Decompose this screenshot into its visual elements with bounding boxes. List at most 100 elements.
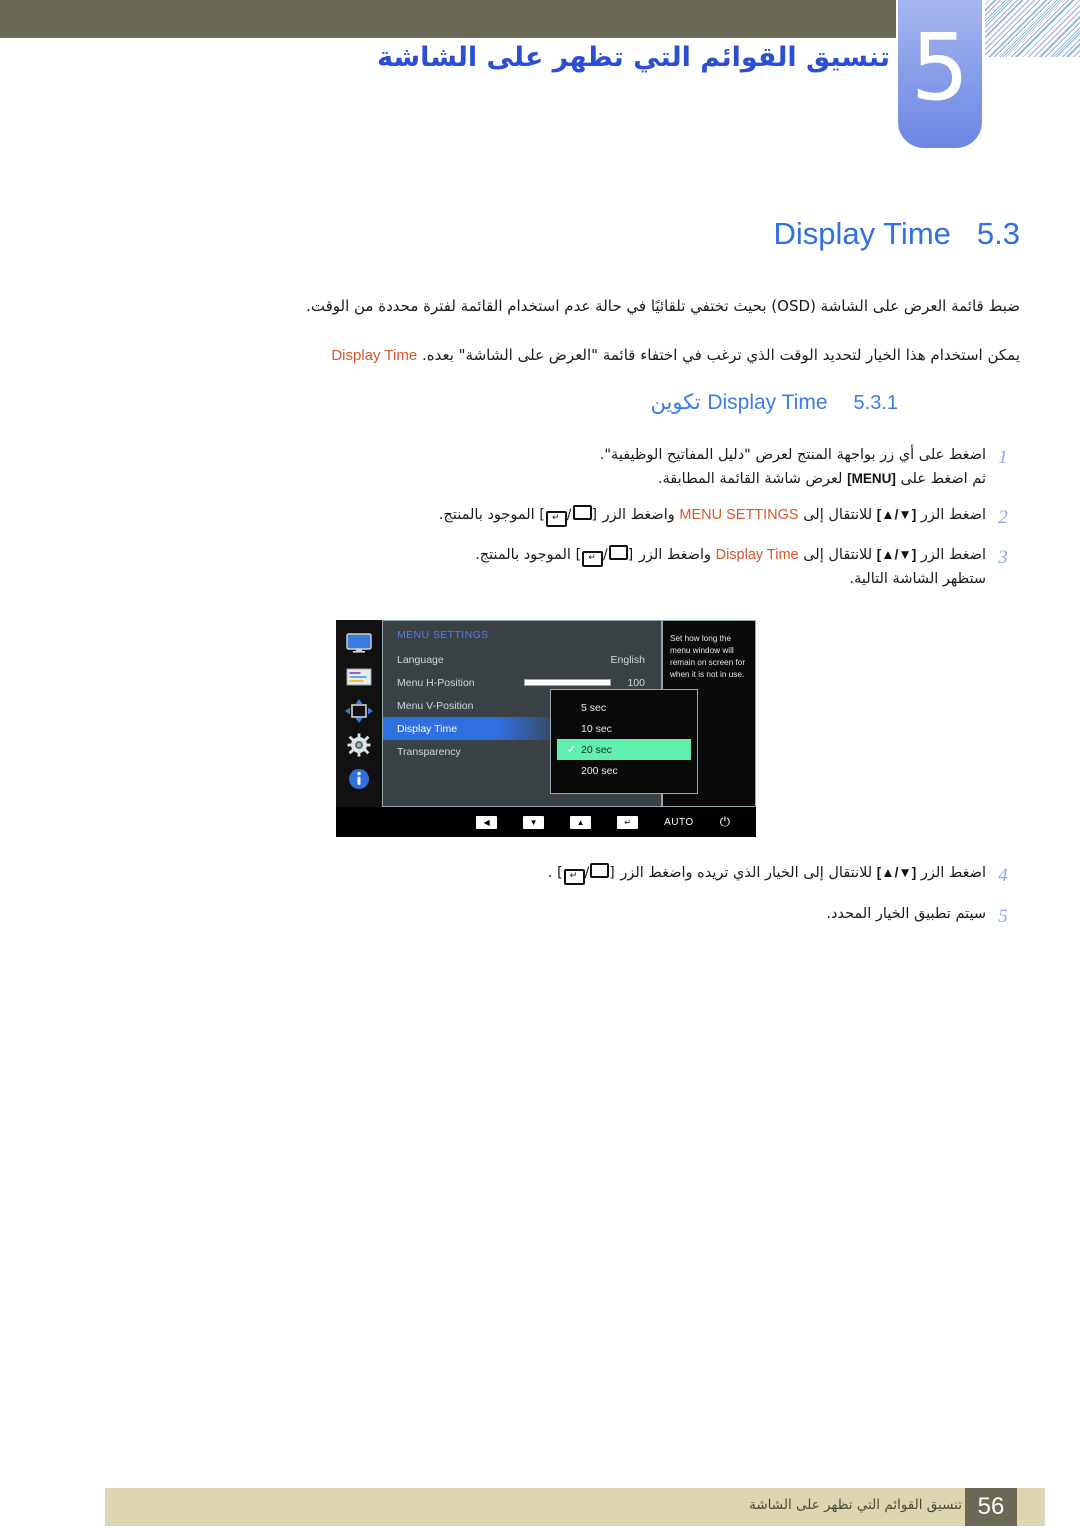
step-text-d: الموجود بالمنتج.	[475, 547, 571, 564]
position-arrows-icon[interactable]	[344, 698, 374, 724]
step-text-post: لعرض شاشة القائمة المطابقة.	[657, 470, 843, 487]
display-time-term: Display Time	[331, 347, 418, 364]
monitor-icon[interactable]	[344, 630, 374, 656]
step-number: 2	[998, 506, 1008, 528]
step-text-d: الموجود بالمنتج.	[438, 506, 535, 523]
step-text-b: للانتقال إلى	[803, 506, 873, 523]
step-text-b: للانتقال إلى الخيار الذي تريده واضغط الز…	[620, 865, 873, 881]
header-stripe-decoration	[985, 0, 1080, 57]
dropdown-option[interactable]: 10 sec	[551, 718, 697, 739]
footer-chapter-title: تنسيق القوائم التي تظهر على الشاشة	[749, 1497, 962, 1513]
dropdown-option-label: 200 sec	[581, 764, 618, 777]
osd-icon-rail	[336, 620, 382, 807]
osd-row-language[interactable]: Language English	[397, 648, 649, 671]
osd-menu-heading: MENU SETTINGS	[397, 629, 489, 641]
header-olive-bar	[0, 0, 896, 38]
manual-page: 5 تنسيق القوائم التي تظهر على الشاشة 5.3…	[0, 0, 1080, 1527]
procedure-steps: 1 اضغط على أي زر بواجهة المنتج لعرض "دلي…	[60, 444, 1020, 604]
step-content: سيتم تطبيق الخيار المحدد.	[60, 903, 986, 927]
osd-row-label: Transparency	[397, 745, 461, 758]
info-icon[interactable]	[344, 766, 374, 792]
osd-row-value: 100	[627, 676, 645, 689]
step-content: اضغط الزر [▲/▼] للانتقال إلى Display Tim…	[60, 544, 986, 592]
page-number: 56	[965, 1488, 1017, 1526]
step-line: سيتم تطبيق الخيار المحدد.	[826, 905, 986, 922]
step-item: 2 اضغط الزر [▲/▼] للانتقال إلى MENU SETT…	[60, 504, 1020, 533]
step-item: 4 اضغط الزر [▲/▼] للانتقال إلى الخيار ال…	[60, 862, 1020, 891]
step-line: ثم اضغط على [MENU] لعرض شاشة القائمة الم…	[70, 468, 986, 492]
box-icon	[608, 545, 628, 561]
enter-button-glyph: [↵ /]	[576, 544, 635, 568]
description-paragraph: يمكن استخدام هذا الخيار لتحديد الوقت الذ…	[60, 343, 1020, 368]
step-line: اضغط على أي زر بواجهة المنتج لعرض "دليل …	[599, 447, 986, 463]
osd-row-label: Menu H-Position	[397, 676, 475, 689]
up-arrow-key-icon[interactable]: ▲	[570, 815, 592, 829]
subsection-heading: 5.3.1 Display Time تكوين	[651, 390, 899, 415]
box-icon	[572, 504, 592, 520]
updown-key-label: [▲/▼]	[876, 506, 917, 522]
left-arrow-key-icon[interactable]: ◀	[476, 815, 498, 829]
step-text-a: اضغط الزر	[920, 865, 986, 881]
updown-key-label: [▲/▼]	[876, 865, 917, 880]
dropdown-option-selected[interactable]: ✓ 20 sec	[557, 739, 691, 760]
osd-main-area: MENU SETTINGS Language English Menu H-Po…	[336, 620, 756, 807]
subsection-title-ar: تكوين	[650, 390, 701, 414]
section-heading: 5.3 Display Time	[773, 216, 1020, 252]
step-number: 4	[998, 865, 1008, 886]
osd-row-value: English	[610, 653, 645, 666]
display-time-dropdown[interactable]: 5 sec 10 sec ✓ 20 sec 200 sec	[550, 689, 698, 794]
intro-paragraph: ضبط قائمة العرض على الشاشة (OSD) بحيث تخ…	[306, 297, 1020, 315]
dropdown-option-label: 20 sec	[581, 743, 612, 756]
step-text-c: واضغط الزر	[602, 506, 675, 523]
step-text-a: اضغط الزر	[920, 506, 986, 523]
step-content: اضغط الزر [▲/▼] للانتقال إلى MENU SETTIN…	[60, 504, 986, 528]
description-text: يمكن استخدام هذا الخيار لتحديد الوقت الذ…	[421, 346, 1020, 364]
h-position-slider[interactable]	[524, 679, 611, 686]
step-text-pre: ثم اضغط على	[900, 470, 986, 487]
box-icon	[590, 863, 610, 878]
return-icon: ↵	[563, 869, 585, 885]
display-time-term: Display Time	[715, 547, 799, 564]
step-text-b: للانتقال إلى	[803, 547, 873, 564]
step-number: 1	[998, 447, 1008, 468]
step-text-c: .	[547, 865, 553, 881]
picture-list-icon[interactable]	[344, 664, 374, 690]
osd-row-label: Menu V-Position	[397, 699, 474, 712]
step-item: 5 سيتم تطبيق الخيار المحدد.	[60, 903, 1020, 932]
menu-key-label: [MENU]	[847, 470, 896, 486]
osd-row-label: Display Time	[397, 722, 458, 735]
menu-settings-term: MENU SETTINGS	[679, 506, 799, 523]
power-icon[interactable]: ⏻	[720, 814, 730, 830]
subsection-title: Display Time تكوين	[651, 390, 828, 415]
osd-row-display-time[interactable]: Display Time	[383, 717, 567, 740]
gear-icon[interactable]	[344, 732, 374, 758]
osd-control-bar: ◀ ▼ ▲ ↵ AUTO ⏻	[336, 807, 756, 837]
subsection-title-en: Display Time	[707, 391, 828, 414]
auto-button-label[interactable]: AUTO	[664, 817, 694, 828]
step-text-a: اضغط الزر	[920, 547, 986, 564]
step-text-c: واضغط الزر	[638, 547, 711, 564]
enter-button-glyph: [↵ /]	[539, 504, 598, 527]
enter-key-icon[interactable]: ↵	[617, 815, 639, 829]
procedure-steps-continued: 4 اضغط الزر [▲/▼] للانتقال إلى الخيار ال…	[60, 862, 1020, 943]
section-number: 5.3	[976, 216, 1020, 251]
step-item: 3 اضغط الزر [▲/▼] للانتقال إلى Display T…	[60, 544, 1020, 592]
step-content: اضغط الزر [▲/▼] للانتقال إلى الخيار الذي…	[60, 862, 986, 886]
down-arrow-key-icon[interactable]: ▼	[523, 815, 545, 829]
step-item: 1 اضغط على أي زر بواجهة المنتج لعرض "دلي…	[60, 444, 1020, 492]
updown-key-label: [▲/▼]	[876, 547, 917, 563]
chapter-number-badge: 5	[898, 0, 982, 148]
checkmark-icon: ✓	[567, 744, 577, 756]
step-content: اضغط على أي زر بواجهة المنتج لعرض "دليل …	[60, 444, 986, 492]
return-icon: ↵	[582, 551, 604, 568]
step-number: 3	[998, 547, 1008, 569]
osd-menu-panel: MENU SETTINGS Language English Menu H-Po…	[382, 620, 698, 807]
chapter-title: تنسيق القوائم التي تظهر على الشاشة	[377, 42, 890, 73]
step-line: ستظهر الشاشة التالية.	[849, 571, 986, 588]
return-icon: ↵	[545, 510, 567, 527]
dropdown-option[interactable]: 5 sec	[551, 697, 697, 718]
step-number: 5	[998, 905, 1008, 927]
section-title: Display Time	[773, 216, 951, 251]
dropdown-option-label: 10 sec	[581, 722, 612, 735]
dropdown-option[interactable]: 200 sec	[551, 760, 697, 781]
